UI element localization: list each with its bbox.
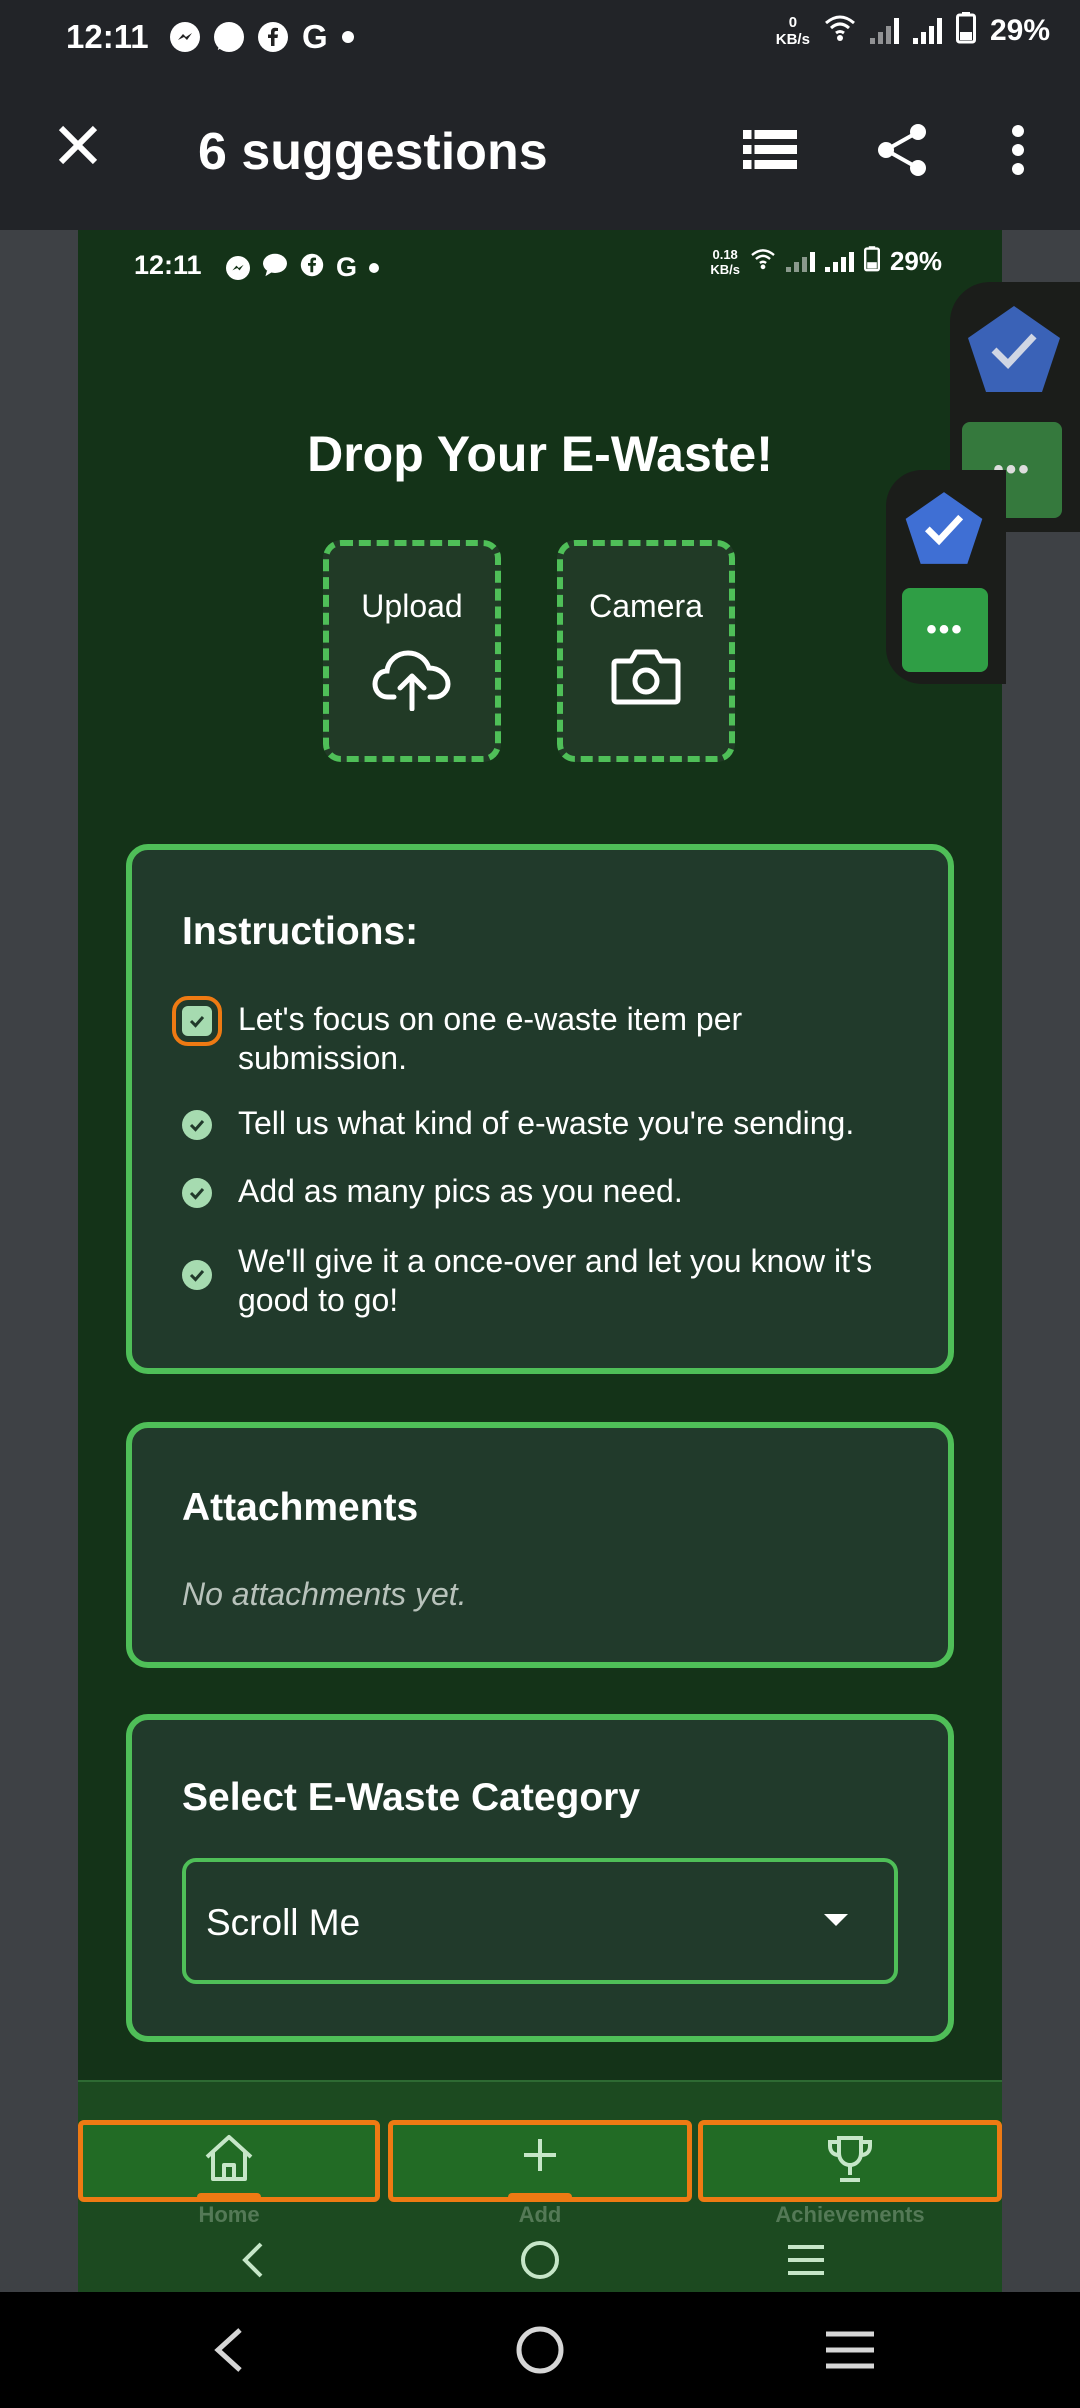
list-icon [743,128,797,172]
inner-recents-button[interactable] [776,2230,836,2290]
instruction-item: Let's focus on one e-waste item per subm… [172,996,902,1078]
share-icon [878,124,926,176]
app-screenshot: 12:11 G 0.18 KB/s 29% Drop Your E-Waste!… [78,230,1002,2292]
system-home-button[interactable] [508,2318,572,2382]
instructions-title: Instructions: [182,910,419,953]
suggestion-bubble: ••• [886,470,1006,684]
plus-icon [518,2133,562,2182]
battery-icon [955,12,976,49]
more-notifications-dot [341,31,354,43]
cloud-upload-icon [372,647,452,716]
facebook-icon [300,253,324,282]
check-circle-icon [182,1110,212,1140]
upload-button[interactable]: Upload [323,540,501,762]
suggestion-more-button[interactable]: ••• [902,588,988,672]
home-icon [203,2133,255,2188]
nav-home[interactable] [78,2120,380,2202]
back-icon [214,2328,242,2372]
kebab-menu-icon [1012,125,1024,175]
messenger-icon [226,255,250,280]
check-circle-icon [182,1178,212,1208]
inner-battery-level: 29% [889,246,942,276]
more-options-button[interactable] [988,120,1048,180]
inner-net-speed: 0.18 KB/s [710,246,740,277]
battery-icon [863,246,880,277]
home-circle-icon [521,2241,559,2279]
home-circle-icon [516,2326,564,2374]
system-recents-button[interactable] [818,2318,882,2382]
nav-achievements-label: Achievements [775,2202,925,2227]
google-icon: G [336,252,358,282]
share-button[interactable] [872,120,932,180]
category-title: Select E-Waste Category [182,1776,641,1819]
nav-achievements[interactable] [698,2120,1002,2202]
signal-2-icon [824,251,854,272]
wifi-icon [750,248,776,275]
close-button[interactable] [48,120,108,180]
signal-2-icon [912,17,942,44]
wifi-icon [824,14,856,47]
category-select[interactable]: Scroll Me [182,1858,898,1984]
inner-status-time: 12:11 [134,250,202,280]
signal-1-icon [785,251,815,272]
net-speed: 0 KB/s [775,13,810,48]
recents-icon [788,2245,824,2275]
app-bar: 6 suggestions [0,70,1080,230]
inner-home-button[interactable] [510,2230,570,2290]
facebook-icon [258,22,288,52]
chat-icon [214,22,244,52]
camera-button[interactable]: Camera [557,540,735,762]
instructions-card: Instructions: Let's focus on one e-waste… [126,844,954,1374]
back-icon [242,2242,263,2278]
check-badge-icon[interactable] [904,490,984,566]
nav-home-label: Home [198,2202,260,2227]
more-notifications-dot [369,262,380,273]
status-time: 12:11 [66,18,149,55]
recents-icon [826,2331,874,2369]
camera-label: Camera [589,588,703,624]
system-nav-bar [0,2292,1080,2408]
category-card: Select E-Waste Category Scroll Me [126,1714,954,2042]
page-title: 6 suggestions [198,123,548,181]
battery-level: 29% [989,13,1050,47]
list-view-button[interactable] [740,120,800,180]
messenger-icon [170,22,200,52]
check-badge-icon[interactable] [966,304,1062,394]
upload-label: Upload [361,588,463,624]
check-circle-icon [172,996,222,1046]
attachments-title: Attachments [182,1486,419,1529]
trophy-icon [824,2133,876,2190]
inner-back-button[interactable] [222,2230,282,2290]
check-circle-icon [182,1260,212,1290]
google-icon: G [302,18,328,55]
attachments-card: Attachments No attachments yet. [126,1422,954,1668]
camera-icon [611,647,681,710]
instruction-item: We'll give it a once-over and let you kn… [182,1242,902,1320]
instruction-item: Add as many pics as you need. [182,1172,902,1211]
category-selected-value: Scroll Me [206,1902,361,1943]
nav-add-label: Add [518,2202,562,2227]
page-heading: Drop Your E-Waste! [307,426,773,482]
inner-status-bar: 12:11 G 0.18 KB/s 29% [78,230,1002,300]
instruction-item: Tell us what kind of e-waste you're send… [182,1104,902,1143]
attachments-empty-text: No attachments yet. [182,1576,467,1612]
system-status-bar: 12:11 G 0 KB/s 29% [0,0,1080,70]
notification-icons: G [170,18,354,56]
close-icon [58,125,98,165]
chevron-down-icon [824,1914,848,1926]
chat-icon [262,253,288,282]
signal-1-icon [869,17,899,44]
system-back-button[interactable] [196,2318,260,2382]
bottom-nav: Home Add Achievements [78,2080,1002,2292]
nav-add[interactable] [388,2120,692,2202]
